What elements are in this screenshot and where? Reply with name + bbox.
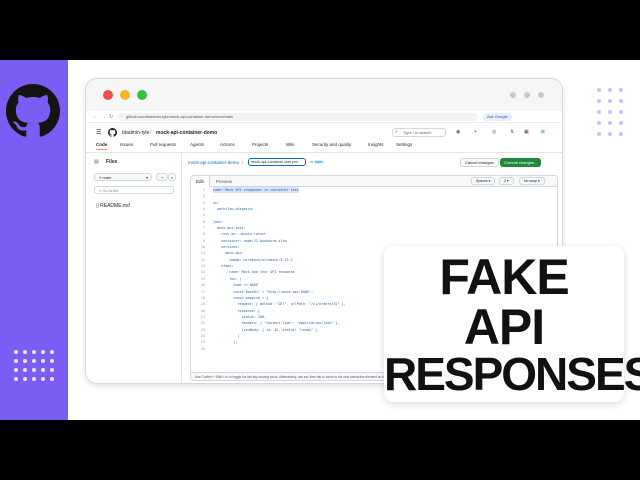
indent-size-select[interactable]: 2 ▾ (499, 177, 514, 185)
tab-actions[interactable]: Actions (220, 142, 235, 147)
branch-name: main (102, 175, 112, 180)
window-titlebar (86, 79, 562, 111)
headline-line-1: FAKE (439, 249, 569, 305)
repo-nav-tabs: Code Issues Pull requests Agents Actions… (94, 142, 554, 151)
tab-insights[interactable]: Insights (368, 142, 384, 147)
repo-name-link[interactable]: mock-api-container-demo (156, 130, 217, 136)
chevron-down-icon: ▾ (145, 175, 148, 180)
indent-size-value: 2 (504, 179, 506, 183)
search-files-button[interactable]: ⌕ (168, 173, 177, 181)
headline-card: FAKE API RESPONSES (384, 246, 640, 402)
wrap-mode-value: No wrap (524, 179, 538, 183)
window-dot (510, 92, 516, 98)
plus-icon[interactable]: + (474, 129, 477, 135)
notifications-icon[interactable]: ▣ (524, 129, 529, 135)
commit-changes-button[interactable]: Commit changes... (500, 158, 542, 167)
indent-mode-value: Spaces (476, 179, 488, 183)
add-file-button[interactable]: + (156, 173, 169, 181)
github-top-row: ☰ btadmin-tyle / mock-api-container-demo… (94, 128, 554, 138)
go-to-file-input[interactable]: ⌕ Go to file (94, 186, 174, 194)
reload-icon[interactable]: ↻ (109, 114, 113, 120)
file-name: README.md (100, 203, 130, 209)
menu-icon[interactable]: ☰ (96, 129, 101, 136)
wrap-mode-select[interactable]: No wrap ▾ (519, 177, 545, 185)
line-number: 26 (200, 346, 205, 351)
decorative-dot-grid-right (597, 88, 623, 136)
breadcrumb-repo-link[interactable]: mock-api-container-demo (188, 160, 239, 165)
file-sidebar: ▤ Files ⑂ main ▾ + ⌕ ⌕ Go to file ▯ READ… (86, 153, 182, 383)
tab-pull-requests[interactable]: Pull requests (150, 142, 176, 147)
github-logo-icon (6, 84, 60, 137)
breadcrumb-separator: / (242, 160, 244, 165)
cancel-changes-button[interactable]: Cancel changes (460, 158, 499, 167)
close-window-button[interactable] (103, 90, 113, 100)
tab-security[interactable]: Security and quality (312, 142, 351, 147)
repo-owner-link[interactable]: btadmin-tyle (122, 130, 149, 136)
address-bar-row: ← → ↻ github.com/btadmin-tyle/mock-api-c… (86, 111, 562, 123)
window-dot (524, 92, 530, 98)
file-item-readme[interactable]: ▯ README.md (96, 203, 130, 209)
maximize-window-button[interactable] (137, 90, 147, 100)
tab-issues[interactable]: Issues (120, 142, 133, 147)
back-icon[interactable]: ← (93, 114, 98, 120)
headline-line-3: RESPONSES (384, 348, 640, 400)
editor-tabs: Edit Preview Spaces ▾ 2 ▾ No wrap ▾ (191, 176, 557, 187)
filename-input[interactable]: mock-api-container-test.yml (248, 158, 306, 166)
url-field[interactable]: github.com/btadmin-tyle/mock-api-contain… (118, 113, 478, 121)
tab-agents[interactable]: Agents (190, 142, 204, 147)
search-icon: ⌕ (395, 129, 398, 135)
window-dot (538, 92, 544, 98)
github-header: ☰ btadmin-tyle / mock-api-container-demo… (86, 123, 562, 153)
branch-selector[interactable]: ⑂ main ▾ (94, 173, 152, 181)
tab-preview[interactable]: Preview (211, 176, 237, 187)
tab-code[interactable]: Code (96, 142, 108, 150)
pull-requests-icon[interactable]: ⇅ (510, 129, 514, 135)
thumbnail-stage: ← → ↻ github.com/btadmin-tyle/mock-api-c… (0, 60, 640, 420)
breadcrumb-separator: / (150, 130, 152, 136)
minimize-window-button[interactable] (120, 90, 130, 100)
github-mark-icon[interactable] (108, 128, 117, 137)
go-to-file-placeholder: Go to file (102, 188, 119, 193)
headline-line-2: API (463, 299, 545, 355)
issues-icon[interactable]: ◎ (492, 129, 496, 135)
sidebar-title: Files (106, 159, 118, 165)
search-input[interactable]: Type / to search (392, 128, 446, 137)
ask-google-button[interactable]: Ask Google (483, 113, 512, 121)
indent-mode-select[interactable]: Spaces ▾ (471, 177, 496, 185)
copilot-icon[interactable]: ◉ (456, 129, 460, 135)
sidebar-toggle-icon[interactable]: ▤ (94, 159, 99, 165)
branch-in-label: in main (310, 160, 324, 164)
decorative-dot-grid-left (14, 350, 54, 381)
tab-edit[interactable]: Edit (191, 176, 210, 187)
tab-settings[interactable]: Settings (396, 142, 412, 147)
forward-icon[interactable]: → (101, 114, 106, 120)
tab-projects[interactable]: Projects (252, 142, 268, 147)
avatar[interactable]: ✳ (540, 128, 546, 136)
tab-wiki[interactable]: Wiki (286, 142, 295, 147)
branch-tag: main (313, 160, 324, 164)
